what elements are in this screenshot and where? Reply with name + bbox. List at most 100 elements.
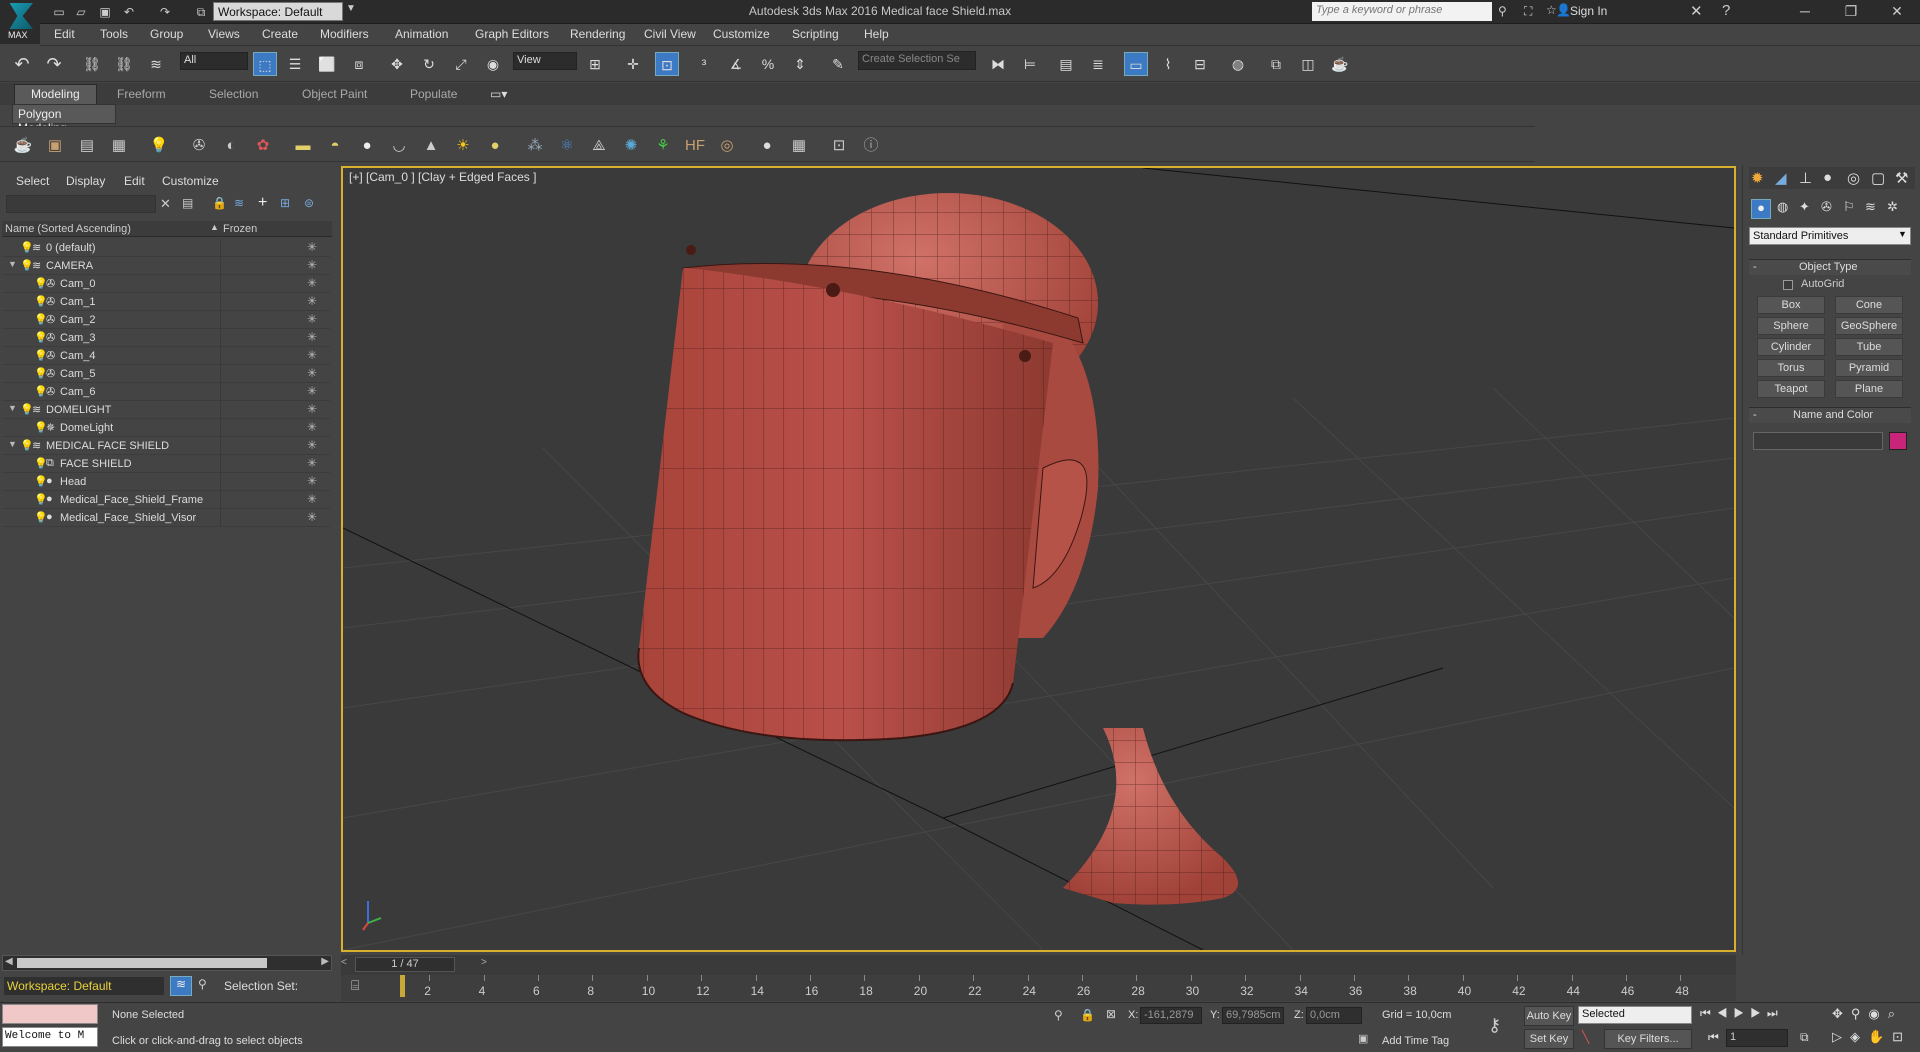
frame-counter[interactable]: 1 / 47 <box>355 957 455 972</box>
object-type-rollout[interactable]: - Object Type <box>1749 259 1911 275</box>
snaps-toggle-icon[interactable]: ³ <box>692 52 716 76</box>
explorer-row[interactable]: ▼ 💡 ≋ DOMELIGHT ✳ <box>2 401 330 419</box>
box-button[interactable]: Box <box>1757 296 1825 314</box>
key-mode-toggle-icon[interactable]: ⏮ <box>1708 1030 1719 1045</box>
camera-icon[interactable]: ✇ <box>188 135 210 157</box>
space-warps-icon[interactable]: ≋ <box>1865 199 1876 215</box>
curve-editor-icon[interactable]: ⌇ <box>1156 52 1180 76</box>
explorer-scrollbar[interactable]: ◀ ▶ <box>2 955 332 971</box>
rectangular-selection-icon[interactable]: ⬜ <box>315 52 339 76</box>
lock-icon[interactable]: 🔒 <box>212 196 227 210</box>
keyboard-shortcut-override-icon[interactable]: ⊡ <box>655 52 679 76</box>
cameras-icon[interactable]: ✇ <box>1821 199 1832 215</box>
workspace-dropdown[interactable]: Workspace: Default <box>213 2 343 21</box>
communication-icon[interactable]: ⛶ <box>1524 4 1532 19</box>
explorer-row[interactable]: 💡 ✵ DomeLight ✳ <box>2 419 330 437</box>
primitive-type-dropdown[interactable]: Standard Primitives <box>1749 227 1911 245</box>
playback-controls[interactable]: ⏮◀▶▶⏭ <box>1700 1006 1784 1021</box>
tab-populate[interactable]: Populate <box>410 87 457 101</box>
explorer-options-icon[interactable]: ▤ <box>182 196 193 210</box>
frozen-snowflake-icon[interactable]: ✳ <box>307 510 317 524</box>
frozen-snowflake-icon[interactable]: ✳ <box>307 312 317 326</box>
explorer-menu-customize[interactable]: Customize <box>162 174 219 188</box>
named-selection-dropdown[interactable]: Create Selection Se <box>858 51 976 70</box>
undo-icon[interactable]: ↶ <box>120 3 138 21</box>
render-setup-icon[interactable]: ⧉ <box>1264 52 1288 76</box>
window-crossing-icon[interactable]: ⧈ <box>347 52 371 76</box>
sphere-icon[interactable]: ● <box>356 135 378 157</box>
clear-search-icon[interactable]: ✕ <box>160 196 171 212</box>
torus-button[interactable]: Torus <box>1757 359 1825 377</box>
geometry-icon[interactable]: ● <box>1751 199 1771 219</box>
shapes-icon[interactable]: ◍ <box>1777 199 1788 215</box>
selection-lock-icon[interactable]: 🔒 <box>1080 1008 1095 1022</box>
place-icon[interactable]: ◉ <box>481 52 505 76</box>
expand-arrow-icon[interactable]: ▼ <box>8 259 17 269</box>
menu-tools[interactable]: Tools <box>100 27 128 41</box>
frozen-snowflake-icon[interactable]: ✳ <box>307 366 317 380</box>
explorer-row[interactable]: 💡 ✇ Cam_6 ✳ <box>2 383 330 401</box>
menu-scripting[interactable]: Scripting <box>792 27 839 41</box>
explorer-row[interactable]: 💡 ● Head ✳ <box>2 473 330 491</box>
mesh-icon[interactable]: ⟁ <box>588 135 610 157</box>
qat-customize-icon[interactable]: ▼ <box>346 3 356 14</box>
menu-customize[interactable]: Customize <box>713 27 770 41</box>
undo-icon[interactable]: ↶ <box>10 52 34 76</box>
frozen-snowflake-icon[interactable]: ✳ <box>307 348 317 362</box>
wrench-icon[interactable]: ⚒ <box>1895 169 1908 187</box>
layer-manager-icon[interactable]: ≣ <box>1086 52 1110 76</box>
restore-button[interactable]: ❐ <box>1828 0 1874 24</box>
open-file-icon[interactable]: ▱ <box>72 3 90 21</box>
explorer-row[interactable]: 💡 ● Medical_Face_Shield_Visor ✳ <box>2 509 330 527</box>
column-frozen-header[interactable]: Frozen <box>223 223 257 235</box>
ribbon-options-icon[interactable]: ▭▾ <box>490 87 507 101</box>
rotate-icon[interactable]: ↻ <box>417 52 441 76</box>
cone-icon[interactable]: ▲ <box>420 135 442 157</box>
dome-icon[interactable]: ◓ <box>324 135 346 157</box>
time-config-icon[interactable]: ⧉ <box>1800 1030 1809 1045</box>
teapot-button[interactable]: Teapot <box>1757 380 1825 398</box>
shell-icon[interactable]: ◎ <box>716 135 738 157</box>
menu-civil-view[interactable]: Civil View <box>644 27 696 41</box>
help-circle-icon[interactable]: ⓘ <box>860 135 882 157</box>
sun-icon[interactable]: ☀ <box>452 135 474 157</box>
frozen-snowflake-icon[interactable]: ✳ <box>307 420 317 434</box>
redo-icon[interactable]: ↷ <box>42 52 66 76</box>
reference-coordinate-dropdown[interactable]: View <box>513 52 577 70</box>
box-primitive-icon[interactable]: ▬ <box>292 135 314 157</box>
name-and-color-rollout[interactable]: - Name and Color <box>1749 407 1911 423</box>
expand-arrow-icon[interactable]: ▼ <box>8 439 17 449</box>
tab-selection[interactable]: Selection <box>209 87 258 101</box>
sphere-button[interactable]: Sphere <box>1757 317 1825 335</box>
edit-named-selection-icon[interactable]: ✎ <box>826 52 850 76</box>
bowl-icon[interactable]: ◡ <box>388 135 410 157</box>
viewport-nav-row1[interactable]: ✥⚲◉⌕ <box>1832 1006 1903 1022</box>
minimize-button[interactable]: ─ <box>1782 0 1828 24</box>
render-frame-icon[interactable]: ▣ <box>44 135 66 157</box>
track-bar[interactable]: ⌸ 2 4 6 8 10 12 14 16 18 20 22 24 26 28 30 32 34 36 38 40 42… <box>341 975 1736 1001</box>
utilities-tab-icon[interactable]: ▢ <box>1871 169 1885 187</box>
workspace-selector[interactable]: Workspace: Default <box>4 977 164 995</box>
ball-icon[interactable]: ● <box>484 135 506 157</box>
pyramid-button[interactable]: Pyramid <box>1835 359 1903 377</box>
hierarchy-tab-icon[interactable]: ⊥ <box>1799 169 1812 187</box>
unlink-icon[interactable]: ⛓ <box>112 52 136 76</box>
tab-object-paint[interactable]: Object Paint <box>302 87 367 101</box>
object-color-swatch[interactable] <box>1889 432 1907 450</box>
frozen-snowflake-icon[interactable]: ✳ <box>307 492 317 506</box>
selection-filter-dropdown[interactable]: All <box>180 52 248 70</box>
toggle-scene-explorer-icon[interactable]: ▤ <box>1054 52 1078 76</box>
frozen-snowflake-icon[interactable]: ✳ <box>307 258 317 272</box>
explorer-menu-display[interactable]: Display <box>66 174 105 188</box>
app-menu-button[interactable]: MAX <box>0 0 40 44</box>
frozen-snowflake-icon[interactable]: ✳ <box>307 240 317 254</box>
binoculars-icon[interactable]: ⚲ <box>1498 4 1507 18</box>
explorer-search-input[interactable] <box>6 195 156 213</box>
time-tag-icon[interactable]: ▣ <box>1358 1032 1368 1045</box>
globe-icon[interactable]: ✺ <box>620 135 642 157</box>
explorer-row[interactable]: 💡 ✇ Cam_5 ✳ <box>2 365 330 383</box>
slider-next-icon[interactable]: > <box>481 957 493 972</box>
frozen-snowflake-icon[interactable]: ✳ <box>307 438 317 452</box>
key-filters-button[interactable]: Key Filters... <box>1604 1029 1692 1049</box>
scale-icon[interactable]: ⤢ <box>449 52 473 76</box>
